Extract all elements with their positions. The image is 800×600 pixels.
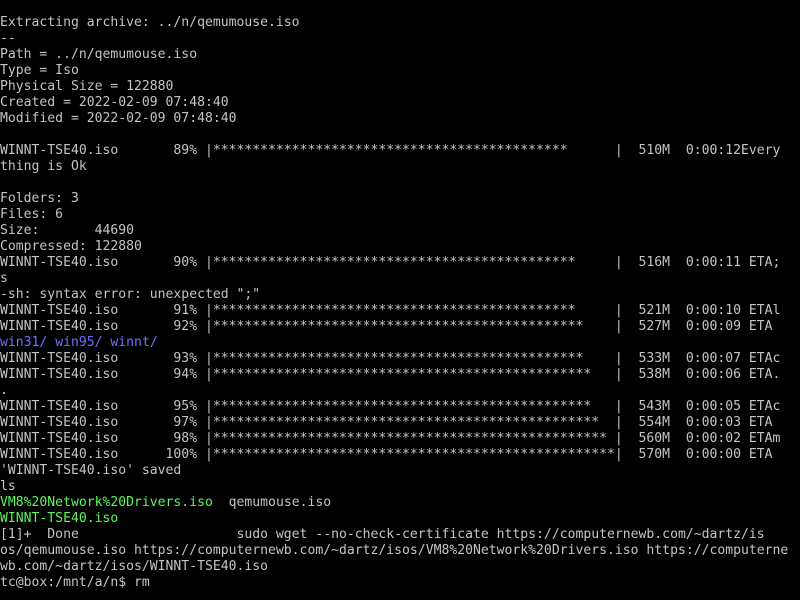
terminal-line: s — [0, 271, 8, 286]
progress-line: WINNT-TSE40.iso 98% |*******************… — [0, 431, 781, 446]
terminal-window[interactable]: Extracting archive: ../n/qemumouse.iso -… — [0, 0, 800, 600]
ls-output-line: WINNT-TSE40.iso — [0, 511, 800, 527]
terminal-line: Compressed: 122880 — [0, 239, 142, 254]
file-vm8-network-drivers: VM8%20Network%20Drivers.iso — [0, 495, 213, 510]
terminal-line: Files: 6 — [0, 207, 64, 222]
terminal-line: Path = ../n/qemumouse.iso — [0, 47, 198, 62]
terminal-line: Folders: 3 — [0, 191, 79, 206]
terminal-line: . — [0, 383, 8, 398]
terminal-line: thing is Ok — [0, 159, 87, 174]
terminal-line: os/qemumouse.iso https://computernewb.co… — [0, 543, 789, 558]
file-winnt-tse40: WINNT-TSE40.iso — [0, 511, 119, 526]
terminal-line: Extracting archive: ../n/qemumouse.iso — [0, 15, 300, 30]
error-line: -sh: syntax error: unexpected ";" — [0, 287, 261, 302]
terminal-line: Size: 44690 — [0, 223, 135, 238]
terminal-line: wb.com/~dartz/isos/WINNT-TSE40.iso — [0, 559, 269, 574]
progress-line: WINNT-TSE40.iso 93% |*******************… — [0, 351, 781, 366]
terminal-line: 'WINNT-TSE40.iso' saved — [0, 463, 182, 478]
job-status-line: [1]+ Done sudo wget --no-check-certifica… — [0, 527, 765, 542]
progress-line: WINNT-TSE40.iso 92% |*******************… — [0, 319, 773, 334]
progress-line: WINNT-TSE40.iso 91% |*******************… — [0, 303, 781, 318]
terminal-line: Physical Size = 122880 — [0, 79, 174, 94]
progress-line: WINNT-TSE40.iso 100% |******************… — [0, 447, 773, 462]
progress-line: WINNT-TSE40.iso 97% |*******************… — [0, 415, 773, 430]
dir-win95: win95/ — [55, 335, 103, 350]
progress-line: WINNT-TSE40.iso 94% |*******************… — [0, 367, 781, 382]
dir-listing-line: win31/ win95/ winnt/ — [0, 335, 800, 351]
ls-output-line: VM8%20Network%20Drivers.iso qemumouse.is… — [0, 495, 800, 511]
terminal-line: Modified = 2022-02-09 07:48:40 — [0, 111, 237, 126]
progress-line: WINNT-TSE40.iso 95% |*******************… — [0, 399, 781, 414]
progress-line: WINNT-TSE40.iso 89% |*******************… — [0, 143, 781, 158]
terminal-line: -- — [0, 31, 16, 46]
terminal-line: ls — [0, 479, 16, 494]
dir-win31: win31/ — [0, 335, 48, 350]
progress-line: WINNT-TSE40.iso 90% |*******************… — [0, 255, 781, 270]
terminal-line: Type = Iso — [0, 63, 79, 78]
file-qemumouse: qemumouse.iso — [228, 495, 332, 510]
prompt-line[interactable]: tc@box:/mnt/a/n$ rm — [0, 575, 800, 591]
terminal-line: Created = 2022-02-09 07:48:40 — [0, 95, 229, 110]
shell-prompt-input[interactable]: tc@box:/mnt/a/n$ rm — [0, 575, 150, 590]
dir-winnt: winnt/ — [110, 335, 158, 350]
